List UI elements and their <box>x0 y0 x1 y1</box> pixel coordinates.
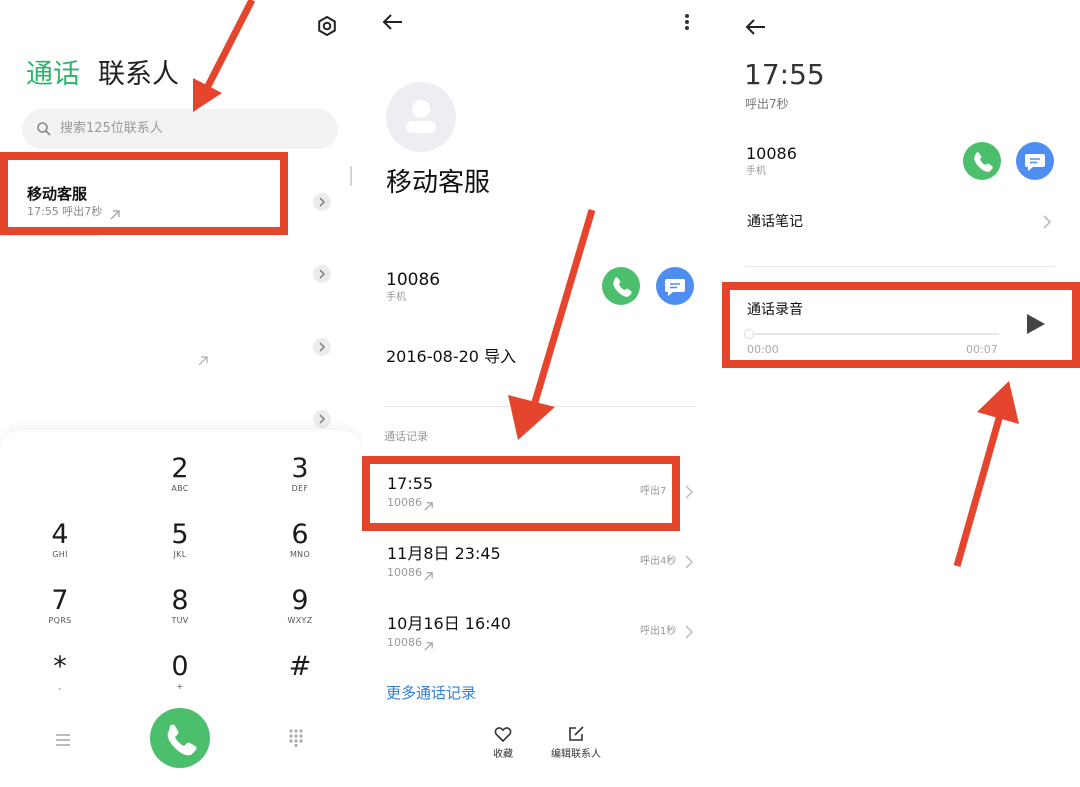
dialpad-key-letters: PQRS <box>48 616 72 625</box>
chevron-right-icon[interactable] <box>313 338 331 356</box>
message-contact-button[interactable] <box>656 267 694 305</box>
dialpad-key[interactable]: 6 MNO <box>260 520 340 560</box>
call-detail-panel: 17:55 呼出7秒 10086 手机 通话笔记 通话录音 00:00 00:0… <box>722 0 1080 787</box>
chevron-right-icon <box>1042 214 1052 230</box>
chevron-right-icon[interactable] <box>313 265 331 283</box>
dialpad-key-letters: ABC <box>171 484 189 493</box>
tab-contacts[interactable]: 联系人 <box>98 58 179 92</box>
dialpad-key-digit: 4 <box>51 519 69 550</box>
call-notes-label: 通话笔记 <box>747 214 803 230</box>
tab-calls[interactable]: 通话 <box>26 58 80 92</box>
call-time: 17:55 <box>744 58 825 91</box>
back-arrow-icon[interactable] <box>745 18 767 36</box>
call-notes-row[interactable]: 通话笔记 <box>722 200 1080 244</box>
dialpad-key[interactable]: 4 GHI <box>20 520 100 560</box>
menu-icon[interactable] <box>55 732 71 746</box>
favorite-button[interactable]: 收藏 <box>488 726 518 766</box>
dialpad-key-digit: 2 <box>171 453 189 484</box>
dialpad-key-digit: * <box>53 651 67 682</box>
dialpad-key-digit: 9 <box>291 585 309 616</box>
dialpad-key[interactable]: 0 + <box>140 652 220 692</box>
dialpad-key-digit: 7 <box>51 585 69 616</box>
more-records-link[interactable]: 更多通话记录 <box>386 683 476 703</box>
dialpad-key[interactable]: 8 TUV <box>140 586 220 626</box>
phone-type: 手机 <box>386 292 406 303</box>
dialpad-key-letters: JKL <box>173 550 187 559</box>
call-contact-button[interactable] <box>602 267 640 305</box>
dialpad-key-digit: 0 <box>171 651 189 682</box>
dialpad-key-letters: , <box>58 682 62 691</box>
call-back-button[interactable] <box>963 142 1001 180</box>
divider <box>0 235 100 236</box>
record-time: 10月16日 16:40 <box>387 614 511 633</box>
record-duration: 呼出4秒 <box>640 556 677 567</box>
dialpad-toggle-icon[interactable] <box>289 729 303 748</box>
chevron-right-icon <box>685 554 694 569</box>
dialpad-key-letters: MNO <box>289 550 311 559</box>
dialpad-key-digit: # <box>288 651 312 682</box>
highlight-box-first-record <box>362 456 680 531</box>
call-number-type: 手机 <box>746 166 766 177</box>
dialpad-key-letters: + <box>176 682 184 691</box>
favorite-label: 收藏 <box>493 749 513 760</box>
settings-icon[interactable] <box>316 15 338 37</box>
dialpad-key[interactable]: 2 ABC <box>140 454 220 494</box>
record-number: 10086 <box>387 566 422 579</box>
dialpad-key[interactable]: *, <box>20 652 100 692</box>
contact-name: 移动客服 <box>386 168 491 198</box>
phone-number[interactable]: 10086 <box>386 270 440 290</box>
chevron-right-icon <box>685 484 694 499</box>
dialpad-key[interactable]: 7 PQRS <box>20 586 100 626</box>
dialpad-key-digit: 8 <box>171 585 189 616</box>
call-record-row[interactable]: 10月16日 16:40 10086 呼出1秒 <box>362 614 722 660</box>
heart-icon <box>494 727 512 742</box>
scrollbar[interactable] <box>350 166 352 186</box>
call-button[interactable] <box>150 708 210 768</box>
back-arrow-icon[interactable] <box>382 13 404 31</box>
search-input[interactable]: 搜索125位联系人 <box>60 120 163 138</box>
edit-icon <box>569 726 584 741</box>
more-options-icon[interactable] <box>682 13 692 33</box>
outgoing-call-icon <box>423 567 434 581</box>
record-duration: 呼出1秒 <box>640 626 677 637</box>
dialpad-key-letters: WXYZ <box>287 616 313 625</box>
call-records-section-title: 通话记录 <box>384 430 428 443</box>
record-time: 11月8日 23:45 <box>387 544 501 563</box>
dialpad-key-digit: 5 <box>171 519 189 550</box>
chevron-right-icon[interactable] <box>313 410 331 428</box>
search-icon <box>36 121 52 137</box>
edit-contact-label: 编辑联系人 <box>551 749 601 760</box>
edit-contact-button[interactable]: 编辑联系人 <box>546 726 606 766</box>
divider <box>384 406 696 407</box>
record-number: 10086 <box>387 636 422 649</box>
outgoing-call-icon <box>423 637 434 651</box>
call-number[interactable]: 10086 <box>746 144 797 164</box>
search-bar[interactable]: 搜索125位联系人 <box>22 109 338 149</box>
divider <box>746 266 1054 267</box>
dialer-panel: 通话 联系人 搜索125位联系人 移动客服 17:55 呼出7秒 2 ABC 3 DE… <box>0 0 362 787</box>
dialpad-sheet: 2 ABC 3 DEF 4 GHI 5 JKL 6 MNO 7 PQRS 8 TUV 9 WXYZ *, 0 + # <box>0 430 362 787</box>
dialpad-key-letters: DEF <box>291 484 309 493</box>
dialpad-key-digit: 3 <box>291 453 309 484</box>
chevron-right-icon[interactable] <box>313 193 331 211</box>
dialpad-key[interactable]: 5 JKL <box>140 520 220 560</box>
highlight-box-recording <box>722 282 1080 368</box>
dialpad-key[interactable]: 3 DEF <box>260 454 340 494</box>
send-message-button[interactable] <box>1016 142 1054 180</box>
dialpad-key-letters: GHI <box>52 550 68 559</box>
call-info: 呼出7秒 <box>745 97 789 111</box>
dialpad-key[interactable]: 9 WXYZ <box>260 586 340 626</box>
chevron-right-icon <box>685 624 694 639</box>
dialpad-key-digit: 6 <box>291 519 309 550</box>
call-record-row[interactable]: 11月8日 23:45 10086 呼出4秒 <box>362 544 722 590</box>
highlight-box-first-call <box>0 152 288 235</box>
contact-detail-panel: 移动客服 10086 手机 2016-08-20 导入 通话记录 17:55 10… <box>362 0 722 787</box>
outgoing-call-icon <box>197 352 209 366</box>
dialpad-key[interactable]: # <box>260 652 340 682</box>
import-date: 2016-08-20 导入 <box>386 347 517 366</box>
avatar <box>386 82 456 152</box>
dialpad-key-letters: TUV <box>171 616 189 625</box>
